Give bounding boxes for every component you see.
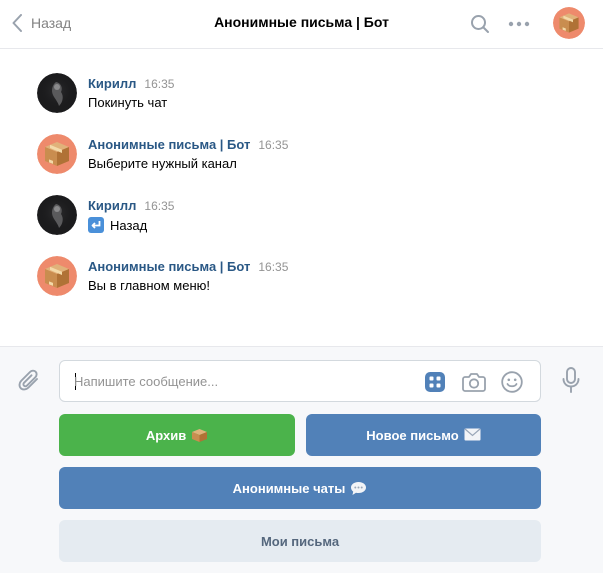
message-list: Кирилл 16:35 Покинуть чат Анонимные пись… <box>0 50 603 346</box>
package-emoji-icon <box>191 428 208 442</box>
message-time: 16:35 <box>258 260 289 274</box>
bot-avatar[interactable] <box>37 134 77 174</box>
back-arrow-emoji-icon <box>88 217 104 233</box>
message-time: 16:35 <box>144 77 175 91</box>
message-item: Кирилл 16:35 Назад <box>37 195 557 239</box>
new-letter-button[interactable]: Новое письмо <box>306 414 541 456</box>
archive-button-label: Архив <box>145 427 187 443</box>
paperclip-icon[interactable] <box>18 368 42 399</box>
bot-avatar[interactable] <box>37 256 77 296</box>
bot-keyboard-icon[interactable] <box>424 371 446 398</box>
message-item: Анонимные письма | Бот 16:35 Вы в главно… <box>37 256 557 300</box>
envelope-emoji-icon <box>464 428 481 442</box>
message-author[interactable]: Кирилл <box>88 76 136 91</box>
new-letter-button-label: Новое письмо <box>366 427 459 443</box>
message-author[interactable]: Анонимные письма | Бот <box>88 137 250 152</box>
message-input[interactable] <box>74 371 404 391</box>
microphone-icon[interactable] <box>562 367 580 398</box>
message-time: 16:35 <box>144 199 175 213</box>
anon-chats-button[interactable]: Анонимные чаты <box>59 467 541 509</box>
archive-button[interactable]: Архив <box>59 414 295 456</box>
message-input-box[interactable] <box>59 360 541 402</box>
message-text: Выберите нужный канал <box>88 156 237 171</box>
chat-avatar[interactable] <box>553 7 585 39</box>
message-author[interactable]: Анонимные письма | Бот <box>88 259 250 274</box>
message-text: Назад <box>88 217 174 233</box>
my-letters-button-label: Мои письма <box>260 533 340 549</box>
smile-icon[interactable] <box>501 371 523 398</box>
user-avatar[interactable] <box>37 195 77 235</box>
my-letters-button[interactable]: Мои письма <box>59 520 541 562</box>
anon-chats-button-label: Анонимные чаты <box>232 480 346 496</box>
message-time: 16:35 <box>258 138 289 152</box>
message-text: Покинуть чат <box>88 95 168 110</box>
message-text: Вы в главном меню! <box>88 278 210 293</box>
speech-bubble-emoji-icon <box>350 481 367 495</box>
composer: Архив Новое письмо Анонимные чаты Мои пи… <box>0 346 603 573</box>
search-icon[interactable] <box>470 14 490 39</box>
camera-icon[interactable] <box>462 371 486 398</box>
user-avatar[interactable] <box>37 73 77 113</box>
message-author[interactable]: Кирилл <box>88 198 136 213</box>
more-icon[interactable] <box>508 14 530 39</box>
chat-header: Назад Анонимные письма | Бот <box>0 0 603 49</box>
message-item: Кирилл 16:35 Покинуть чат <box>37 73 557 117</box>
message-item: Анонимные письма | Бот 16:35 Выберите ну… <box>37 134 557 178</box>
